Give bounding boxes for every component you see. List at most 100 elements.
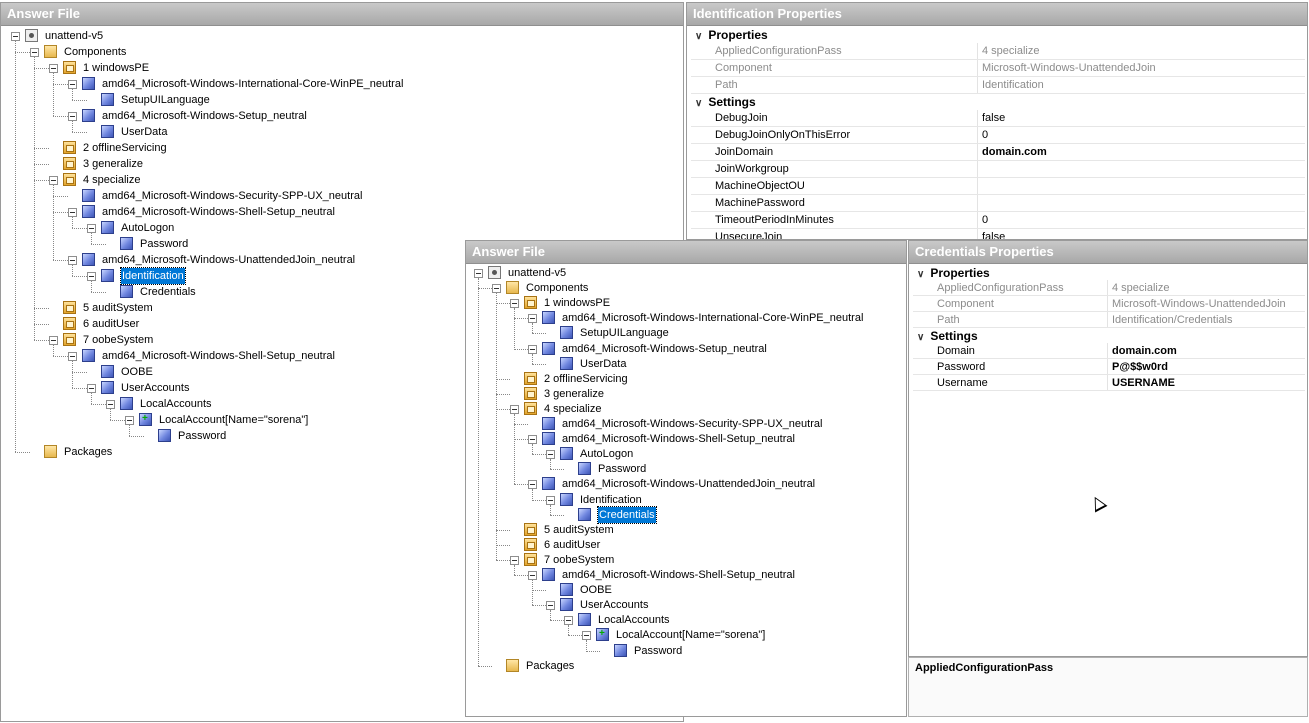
tree-node[interactable]: SetupUILanguage — [1, 92, 683, 108]
property-row[interactable]: MachinePassword — [691, 194, 1305, 212]
property-category[interactable]: ∨ Properties — [913, 265, 1305, 280]
tree-node[interactable]: Components — [466, 280, 906, 560]
chevron-down-icon[interactable]: ∨ — [695, 31, 705, 42]
property-value[interactable]: domain.com — [977, 143, 1305, 161]
collapse-toggle-icon[interactable] — [87, 384, 96, 393]
identification-properties-grid[interactable]: ∨ Properties AppliedConfigurationPass 4 sp… — [691, 27, 1305, 239]
tree-node-label[interactable]: 4 specialize — [544, 401, 601, 417]
tree-node-label[interactable]: unattend-v5 — [45, 28, 103, 44]
tree-node[interactable]: Password — [466, 643, 906, 659]
property-category[interactable]: ∨ Properties — [691, 27, 1305, 43]
tree-node-label[interactable]: amd64_Microsoft-Windows-Security-SPP-UX_… — [102, 188, 362, 204]
collapse-toggle-icon[interactable] — [528, 435, 537, 445]
tree-node[interactable]: amd64_Microsoft-Windows-Setup_neutral — [466, 341, 906, 364]
tree-node-label[interactable]: Credentials — [140, 284, 196, 300]
tree-node[interactable]: OOBE — [466, 582, 906, 598]
tree-node[interactable]: Password — [466, 461, 906, 477]
tree-node[interactable]: amd64_Microsoft-Windows-Shell-Setup_neut… — [466, 431, 906, 455]
tree-node-label[interactable]: OOBE — [121, 364, 153, 380]
tree-node[interactable]: amd64_Microsoft-Windows-Shell-Setup_neut… — [1, 204, 683, 228]
tree-node[interactable]: Packages — [466, 658, 906, 674]
tree-node-label[interactable]: 2 offlineServicing — [83, 140, 167, 156]
property-row[interactable]: AppliedConfigurationPass 4 specialize — [691, 43, 1305, 60]
tree-node[interactable]: Identification — [466, 492, 906, 515]
tree-node[interactable]: amd64_Microsoft-Windows-Security-SPP-UX_… — [1, 188, 683, 204]
tree-node[interactable]: UserData — [466, 356, 906, 372]
tree-node-label[interactable]: Packages — [64, 444, 112, 460]
collapse-toggle-icon[interactable] — [528, 344, 537, 354]
tree-node-label[interactable]: SetupUILanguage — [580, 325, 669, 341]
tree-node-label[interactable]: amd64_Microsoft-Windows-Shell-Setup_neut… — [102, 204, 335, 220]
collapse-toggle-icon[interactable] — [11, 32, 20, 41]
credentials-properties-grid[interactable]: ∨ Properties AppliedConfigurationPass 4 sp… — [913, 265, 1305, 391]
property-row[interactable]: Path Identification — [691, 76, 1305, 94]
collapse-toggle-icon[interactable] — [87, 224, 96, 233]
property-value[interactable]: 0 — [977, 211, 1305, 229]
tree-node[interactable]: 5 auditSystem — [466, 522, 906, 538]
tree-node-label[interactable]: UserData — [580, 356, 626, 372]
tree-node-label[interactable]: amd64_Microsoft-Windows-International-Co… — [102, 76, 403, 92]
collapse-toggle-icon[interactable] — [546, 450, 555, 460]
collapse-toggle-icon[interactable] — [30, 48, 39, 57]
tree-node-label[interactable]: Password — [634, 643, 682, 659]
chevron-down-icon[interactable]: ∨ — [695, 98, 705, 109]
tree-node[interactable]: 1 windowsPE — [466, 295, 906, 349]
tree-node-label[interactable]: 1 windowsPE — [544, 295, 610, 311]
property-row[interactable]: UnsecureJoin false — [691, 228, 1305, 239]
tree-node-label[interactable]: amd64_Microsoft-Windows-Security-SPP-UX_… — [562, 416, 822, 432]
tree-node[interactable]: LocalAccount[Name="sorena"] — [466, 626, 906, 651]
tree-node-label[interactable]: 5 auditSystem — [544, 522, 614, 538]
collapse-toggle-icon[interactable] — [49, 64, 58, 73]
tree-node[interactable]: AutoLogon — [1, 220, 683, 244]
tree-node-label[interactable]: LocalAccount[Name="sorena"] — [159, 412, 308, 428]
property-value[interactable]: false — [977, 228, 1305, 239]
tree-node[interactable]: UserData — [1, 124, 683, 140]
tree-node[interactable]: 2 offlineServicing — [1, 140, 683, 156]
collapse-toggle-icon[interactable] — [528, 480, 537, 490]
tree-node-label[interactable]: 5 auditSystem — [83, 300, 153, 316]
collapse-toggle-icon[interactable] — [528, 571, 537, 580]
property-row[interactable]: MachineObjectOU — [691, 177, 1305, 195]
collapse-toggle-icon[interactable] — [68, 208, 77, 217]
tree-node-label[interactable]: Packages — [526, 658, 574, 674]
tree-node-label[interactable]: amd64_Microsoft-Windows-UnattendedJoin_n… — [102, 252, 355, 268]
property-value[interactable]: domain.com — [1107, 343, 1305, 359]
tree-node-label[interactable]: Components — [64, 44, 126, 60]
tree-node[interactable]: SetupUILanguage — [466, 325, 906, 341]
tree-node[interactable]: 1 windowsPE — [1, 60, 683, 116]
tree-node-label[interactable]: Password — [140, 236, 188, 252]
property-value[interactable] — [977, 194, 1305, 212]
collapse-toggle-icon[interactable] — [49, 336, 58, 345]
tree-node-label[interactable]: LocalAccounts — [140, 396, 212, 412]
tree-node-label[interactable]: amd64_Microsoft-Windows-Setup_neutral — [562, 341, 767, 357]
collapse-toggle-icon[interactable] — [546, 495, 555, 505]
chevron-down-icon[interactable]: ∨ — [917, 332, 927, 343]
collapse-toggle-icon[interactable] — [106, 400, 115, 409]
tree-node-label[interactable]: amd64_Microsoft-Windows-International-Co… — [562, 310, 863, 326]
tree-node-label[interactable]: amd64_Microsoft-Windows-UnattendedJoin_n… — [562, 476, 815, 492]
tree-node-label[interactable]: 7 oobeSystem — [83, 332, 153, 348]
property-value[interactable]: 0 — [977, 126, 1305, 144]
collapse-toggle-icon[interactable] — [510, 555, 519, 565]
property-row[interactable]: Path Identification/Credentials — [913, 311, 1305, 328]
property-value[interactable]: USERNAME — [1107, 374, 1305, 391]
tree-node-label[interactable]: Credentials — [597, 505, 657, 524]
collapse-toggle-icon[interactable] — [49, 176, 58, 185]
tree-node-label[interactable]: LocalAccounts — [598, 612, 670, 628]
collapse-toggle-icon[interactable] — [546, 601, 555, 611]
tree-node[interactable]: 3 generalize — [1, 156, 683, 172]
tree-node-label[interactable]: Identification — [580, 492, 642, 508]
tree-node-label[interactable]: UserData — [121, 124, 167, 140]
tree-node-label[interactable]: AutoLogon — [580, 446, 633, 462]
property-row[interactable]: Username USERNAME — [913, 374, 1305, 391]
tree-node-label[interactable]: 1 windowsPE — [83, 60, 149, 76]
tree-node[interactable]: unattend-v5 — [466, 265, 906, 666]
property-value[interactable]: false — [977, 110, 1305, 127]
tree-node-label[interactable]: UserAccounts — [580, 597, 648, 613]
tree-node[interactable]: AutoLogon — [466, 446, 906, 470]
collapse-toggle-icon[interactable] — [510, 299, 519, 309]
tree-node[interactable]: Components — [1, 44, 683, 340]
chevron-down-icon[interactable]: ∨ — [917, 269, 927, 280]
tree-node-label[interactable]: 6 auditUser — [544, 537, 600, 553]
property-row[interactable]: Password P@$$w0rd — [913, 358, 1305, 375]
